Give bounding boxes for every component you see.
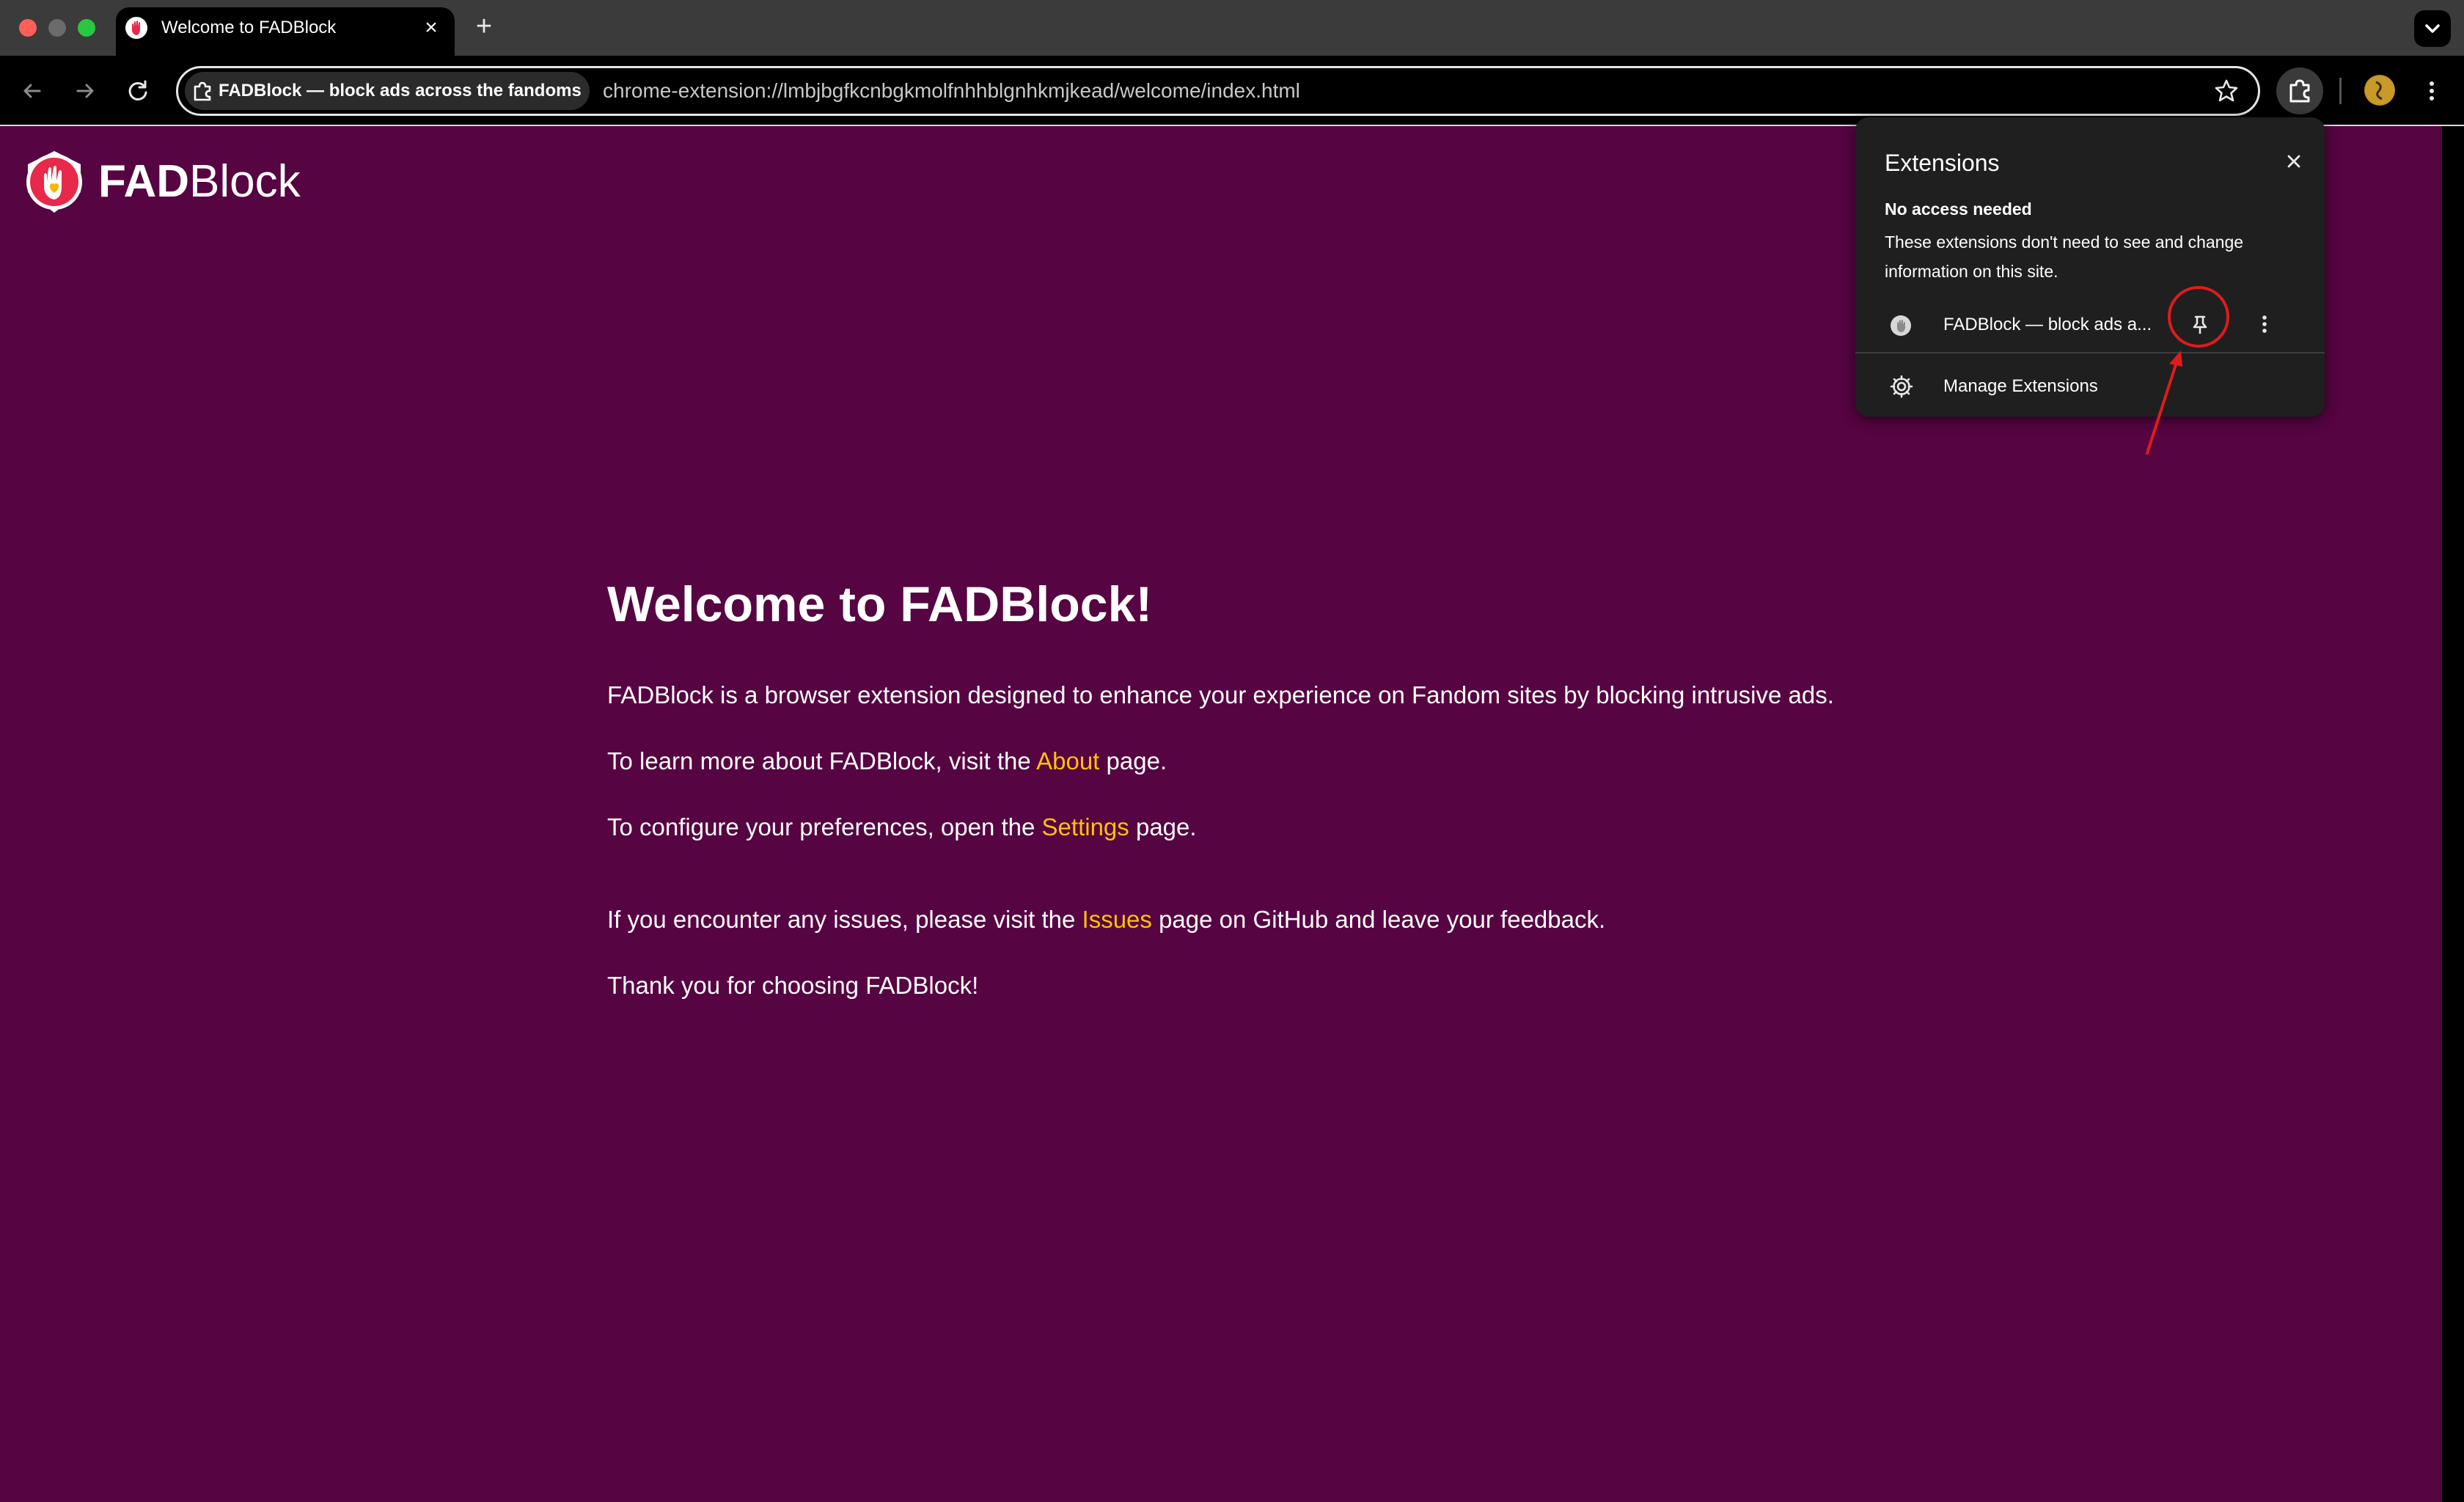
window-zoom-button[interactable] [78, 19, 95, 37]
issues-paragraph: If you encounter any issues, please visi… [607, 904, 1927, 936]
brand-name-rest: Block [189, 156, 301, 207]
more-vertical-icon[interactable] [2417, 76, 2446, 106]
back-arrow-icon[interactable] [18, 76, 47, 106]
manage-extensions-label: Manage Extensions [1943, 376, 2098, 396]
site-chip-label: FADBlock — block ads across the fandoms [219, 81, 582, 100]
about-text-end: page. [1099, 747, 1167, 774]
no-access-description: These extensions don't need to see and c… [1885, 232, 2244, 281]
extension-row-fadblock[interactable]: FADBlock — block ads a... [1855, 289, 2325, 361]
annotation-arrow-icon [2146, 351, 2182, 455]
url-text[interactable]: chrome-extension://lmbjbgfkcnbgkmolfnhhb… [603, 78, 1300, 104]
tab-title: Welcome to FADBlock [161, 18, 337, 37]
popup-title: Extensions [1885, 150, 2000, 176]
puzzle-icon [194, 81, 211, 101]
extensions-popup: Extensions No access needed These extens… [1855, 117, 2325, 417]
popup-divider [1855, 352, 2325, 353]
scrollbar-track[interactable] [2442, 126, 2464, 1502]
chevron-down-icon [2425, 24, 2440, 33]
welcome-content: Welcome to FADBlock! FADBlock is a brows… [607, 572, 1927, 1036]
more-vertical-icon[interactable] [2250, 309, 2279, 339]
issues-text: If you encounter any issues, please visi… [607, 906, 1082, 933]
thanks-text: Thank you for choosing FADBlock! [607, 972, 979, 999]
profile-image-icon [2365, 76, 2394, 105]
close-icon[interactable] [2279, 147, 2309, 176]
settings-text-end: page. [1129, 813, 1197, 840]
gear-icon [1890, 375, 1913, 398]
settings-link[interactable]: Settings [1042, 813, 1129, 840]
issues-text-end: page on GitHub and leave your feedback. [1151, 906, 1606, 933]
forward-arrow-icon[interactable] [70, 76, 100, 106]
close-icon[interactable]: × [419, 16, 443, 40]
toolbar-separator [2339, 78, 2342, 104]
page-title: Welcome to FADBlock! [607, 576, 1153, 632]
tab-search-button[interactable] [2414, 10, 2451, 47]
fadblock-logo-icon [26, 151, 82, 213]
about-link[interactable]: About [1036, 747, 1099, 774]
window-minimize-button[interactable] [48, 19, 66, 37]
extensions-button[interactable] [2276, 67, 2323, 114]
profile-avatar[interactable] [2364, 75, 2395, 106]
extension-name: FADBlock — block ads a... [1943, 315, 2152, 334]
about-paragraph: To learn more about FADBlock, visit the … [607, 745, 1927, 777]
brand-name: FADBlock [98, 154, 301, 210]
fadblock-extension-icon [1891, 315, 1911, 336]
bookmark-star-icon[interactable] [2212, 76, 2241, 106]
no-access-heading: No access needed [1885, 199, 2032, 219]
puzzle-icon [2289, 79, 2310, 103]
annotation-circle [2168, 286, 2229, 348]
about-text: To learn more about FADBlock, visit the [607, 747, 1037, 774]
reload-icon[interactable] [123, 76, 153, 106]
fadblock-favicon-icon [125, 17, 147, 39]
settings-paragraph: To configure your preferences, open the … [607, 811, 1927, 843]
window-close-button[interactable] [19, 19, 37, 37]
intro-text: FADBlock is a browser extension designed… [607, 681, 1834, 708]
settings-text: To configure your preferences, open the [607, 813, 1042, 840]
issues-link[interactable]: Issues [1082, 906, 1152, 933]
manage-extensions-item[interactable]: Manage Extensions [1855, 356, 2325, 415]
brand-name-bold: FAD [98, 156, 189, 207]
plus-icon[interactable]: + [469, 12, 499, 41]
